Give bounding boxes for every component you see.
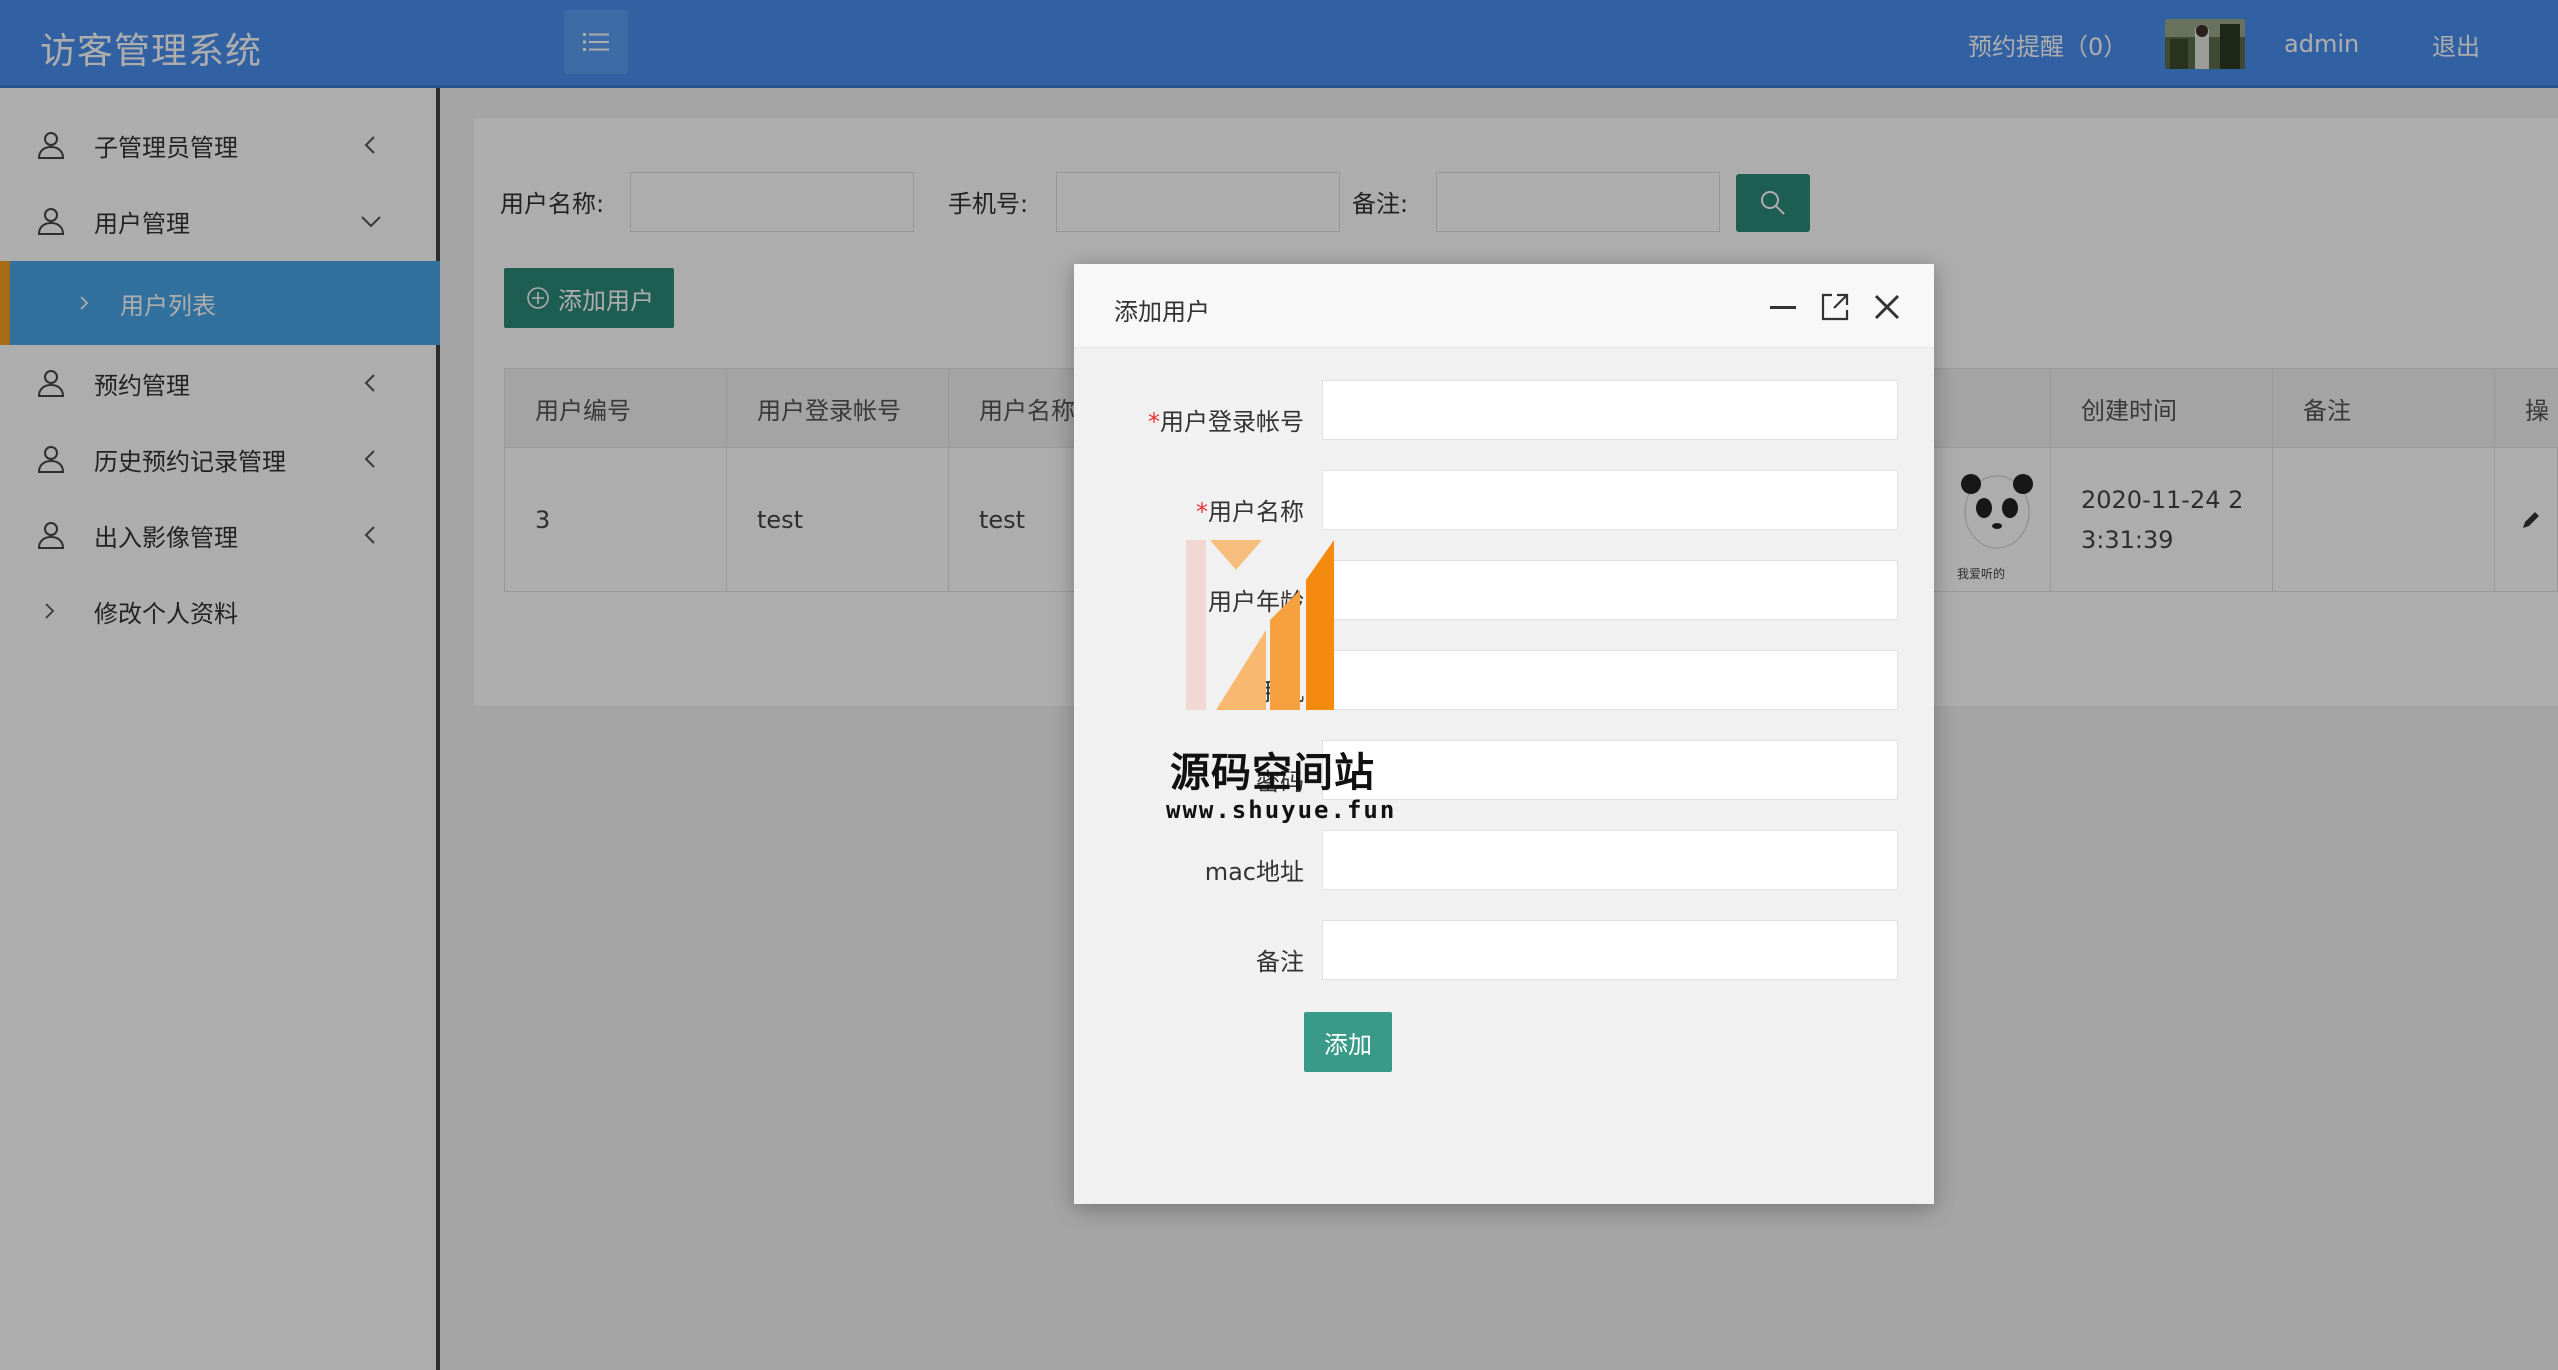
required-mark: * <box>1148 408 1160 436</box>
dialog-title: 添加用户 <box>1114 298 1210 326</box>
name-input[interactable] <box>1322 470 1898 530</box>
age-input[interactable] <box>1322 560 1898 620</box>
required-mark: * <box>1196 498 1208 526</box>
watermark-url: www.shuyue.fun <box>1166 796 1397 824</box>
watermark-title: 源码空间站 <box>1170 750 1375 796</box>
account-input[interactable] <box>1322 380 1898 440</box>
remark-input[interactable] <box>1322 920 1898 980</box>
maximize-icon[interactable] <box>1818 290 1852 324</box>
watermark: 源码空间站 www.shuyue.fun <box>1166 540 1406 830</box>
field-label-remark: 备注 <box>1256 948 1304 976</box>
watermark-logo-icon <box>1186 540 1334 710</box>
mac-input[interactable] <box>1322 830 1898 890</box>
field-label-mac: mac地址 <box>1204 858 1304 886</box>
phone-input[interactable] <box>1322 650 1898 710</box>
close-icon[interactable] <box>1870 290 1904 324</box>
field-label-account: *用户登录帐号 <box>1148 408 1304 436</box>
dialog-header: 添加用户 <box>1074 264 1934 348</box>
password-input[interactable] <box>1322 740 1898 800</box>
field-label-name: *用户名称 <box>1196 498 1304 526</box>
minimize-icon[interactable] <box>1766 290 1800 324</box>
submit-button[interactable]: 添加 <box>1304 1012 1392 1072</box>
